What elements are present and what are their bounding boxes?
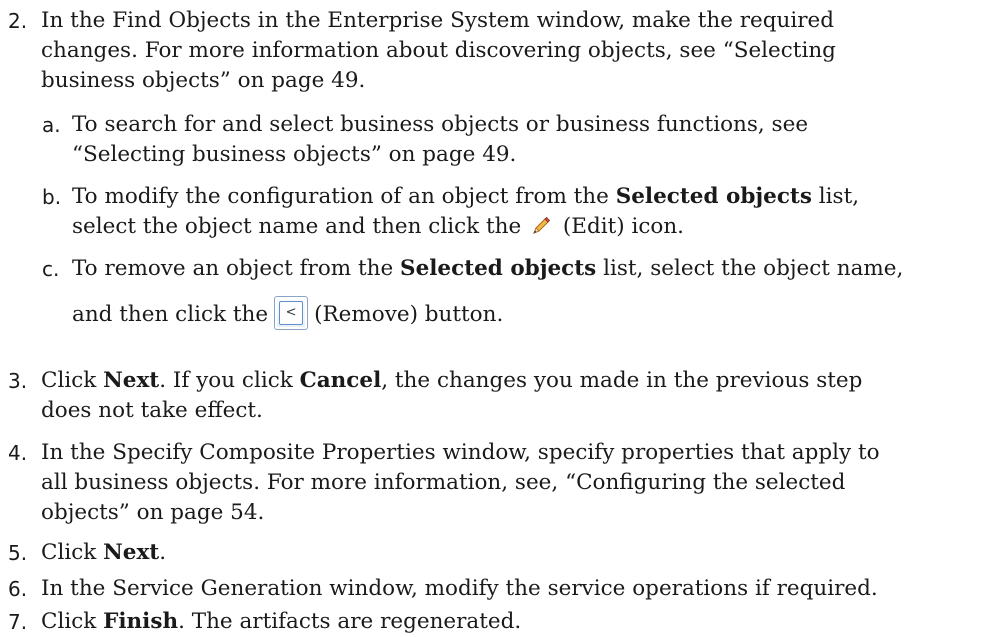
ui-term-cancel: Cancel bbox=[299, 368, 382, 393]
substep-letter: b. bbox=[42, 185, 62, 209]
step-number: 2. bbox=[8, 9, 28, 33]
substep-text: To search for and select business object… bbox=[72, 110, 972, 170]
substep-line: To remove an object from the Selected ob… bbox=[72, 256, 904, 281]
substep-line: select the object name and then click th… bbox=[72, 214, 685, 239]
step-text: In the Specify Composite Properties wind… bbox=[41, 438, 971, 528]
step-text: Click Next. If you click Cancel, the cha… bbox=[41, 366, 971, 426]
edit-pencil-icon bbox=[530, 215, 552, 237]
step-text: Click Next. bbox=[41, 540, 167, 565]
step-number: 3. bbox=[8, 369, 28, 393]
substep-letter: c. bbox=[42, 257, 60, 281]
step-line: Click Next. If you click Cancel, the cha… bbox=[41, 368, 863, 393]
substep-line: and then click the < (Remove) button. bbox=[72, 296, 972, 330]
step-line: In the Find Objects in the Enterprise Sy… bbox=[41, 8, 835, 33]
substep-line: To search for and select business object… bbox=[72, 112, 809, 137]
step-line: objects” on page 54. bbox=[41, 500, 265, 525]
step-text: In the Find Objects in the Enterprise Sy… bbox=[41, 6, 971, 96]
substep-text: To remove an object from the Selected ob… bbox=[72, 254, 972, 330]
step-line: business objects” on page 49. bbox=[41, 68, 366, 93]
step-line: In the Specify Composite Properties wind… bbox=[41, 440, 880, 465]
substep-letter: a. bbox=[42, 113, 61, 137]
substep-line: “Selecting business objects” on page 49. bbox=[72, 142, 517, 167]
step-number: 7. bbox=[8, 610, 28, 634]
ui-term-next: Next bbox=[103, 540, 160, 565]
substep-text: To modify the configuration of an object… bbox=[72, 182, 972, 242]
step-number: 4. bbox=[8, 441, 28, 465]
ui-term-finish: Finish bbox=[103, 609, 179, 634]
step-line: all business objects. For more informati… bbox=[41, 470, 846, 495]
step-text: In the Service Generation window, modify… bbox=[41, 576, 878, 601]
remove-arrow-button: < bbox=[274, 296, 309, 330]
step-number: 5. bbox=[8, 541, 28, 565]
ui-term-selected-objects: Selected objects bbox=[400, 256, 597, 281]
step-text: Click Finish. The artifacts are regenera… bbox=[41, 609, 522, 634]
chevron-left-icon: < bbox=[279, 301, 304, 325]
document-page: 2. In the Find Objects in the Enterprise… bbox=[0, 0, 988, 637]
ui-term-next: Next bbox=[103, 368, 160, 393]
substep-line: To modify the configuration of an object… bbox=[72, 184, 860, 209]
ui-term-selected-objects: Selected objects bbox=[615, 184, 812, 209]
step-line: does not take effect. bbox=[41, 398, 263, 423]
step-number: 6. bbox=[8, 577, 28, 601]
step-line: changes. For more information about disc… bbox=[41, 38, 836, 63]
